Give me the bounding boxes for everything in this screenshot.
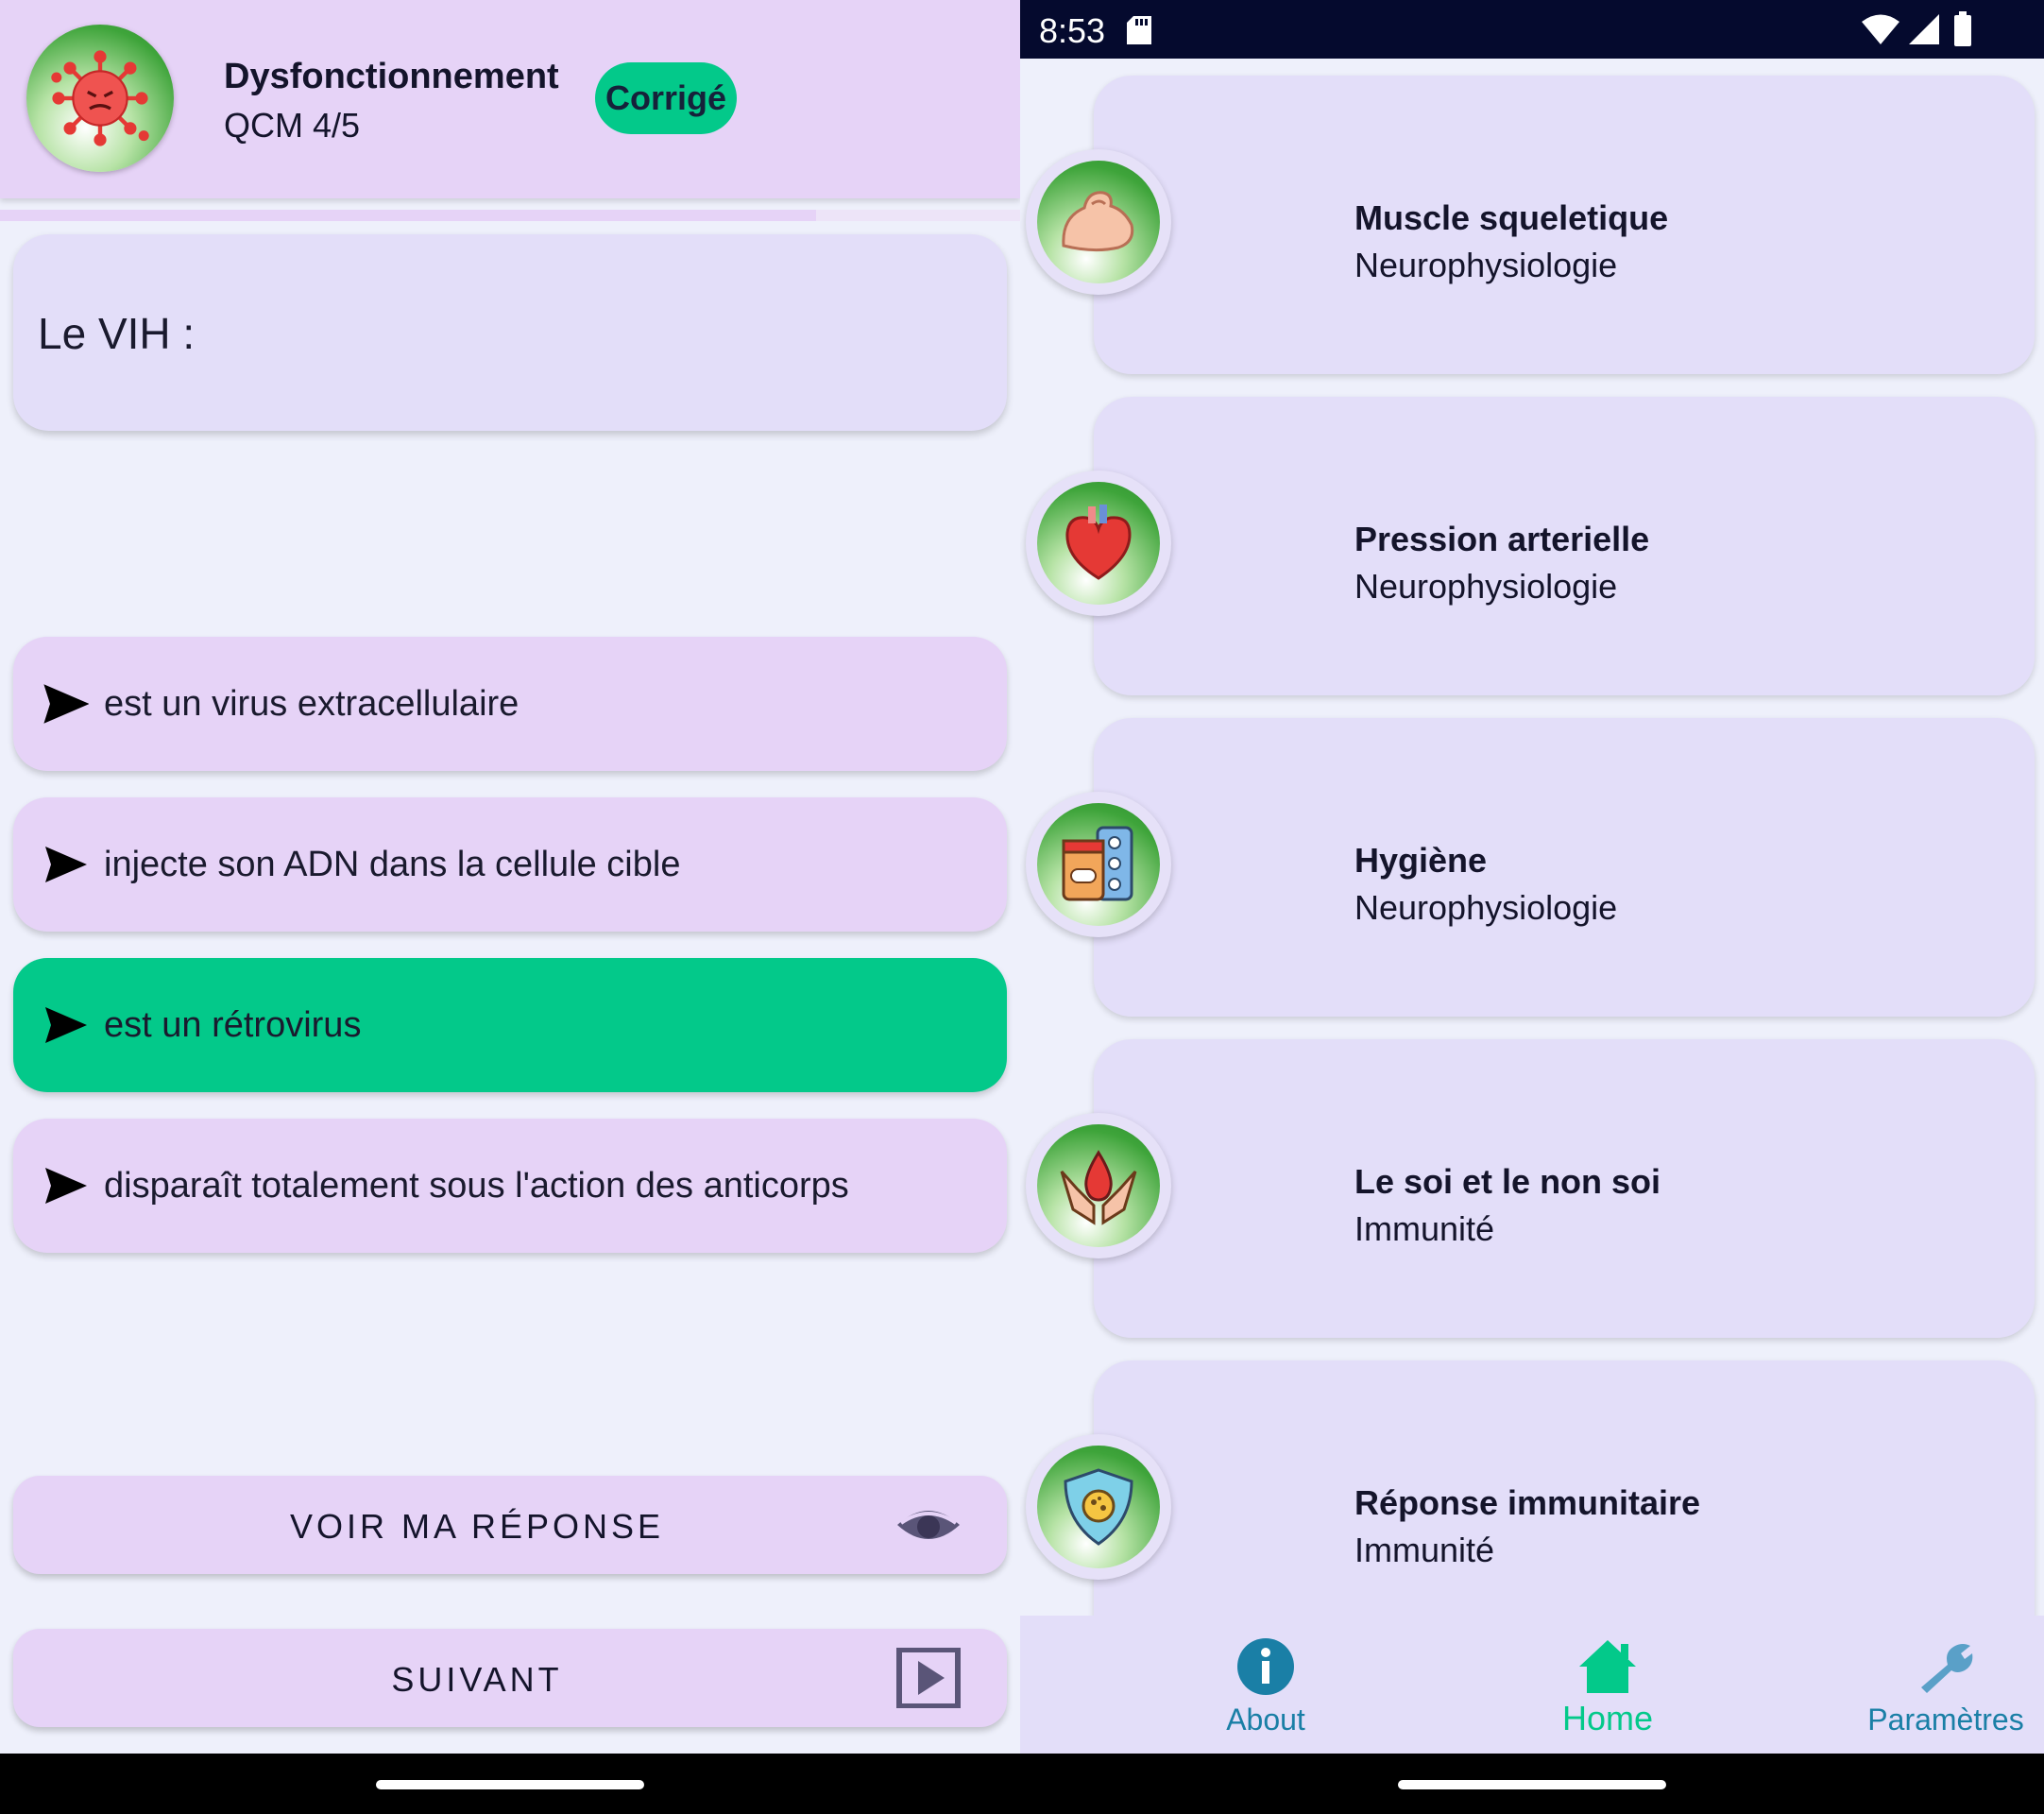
- shield-virus-icon: [1064, 1468, 1133, 1546]
- virus-icon: [51, 50, 149, 146]
- topic-item-reponse[interactable]: Réponse immunitaire Immunité: [1020, 1343, 2044, 1616]
- wifi-icon: [1862, 14, 1899, 44]
- topic-icon-circle: [1026, 471, 1171, 616]
- topic-icon-circle: [1026, 1434, 1171, 1580]
- topic-title: Muscle squeletique: [1354, 198, 1669, 237]
- topic-icon-circle: [1026, 149, 1171, 295]
- home-gesture-pill[interactable]: [1398, 1780, 1666, 1789]
- quiz-progress-fill: [0, 210, 816, 221]
- send-arrow-icon: [43, 684, 89, 724]
- hands-blood-icon: [1060, 1150, 1137, 1225]
- answer-option-text: est un virus extracellulaire: [104, 684, 520, 724]
- topic-card[interactable]: Réponse immunitaire Immunité: [1094, 1360, 2035, 1616]
- heart-icon: [1065, 505, 1132, 580]
- topic-subtitle: Neurophysiologie: [1354, 888, 1618, 927]
- answer-option-3[interactable]: est un rétrovirus: [13, 958, 1007, 1092]
- bottom-navigation: About Home Paramètres: [1020, 1616, 2044, 1754]
- answer-option-1[interactable]: est un virus extracellulaire: [13, 637, 1007, 771]
- muscle-icon: [1062, 191, 1134, 252]
- topic-list[interactable]: Muscle squeletique Neurophysiologie Pres…: [1020, 59, 2044, 1616]
- nav-home[interactable]: Home: [1466, 1616, 1749, 1754]
- battery-icon: [1954, 11, 1971, 46]
- topic-title: Le soi et le non soi: [1354, 1162, 1661, 1201]
- topic-icon-circle: [1026, 1113, 1171, 1258]
- sd-card-icon: [1127, 16, 1151, 44]
- eye-icon: [897, 1511, 960, 1539]
- nav-home-label: Home: [1561, 1699, 1654, 1737]
- topic-subtitle: Immunité: [1354, 1531, 1495, 1569]
- signal-icon: [1909, 14, 1939, 44]
- voir-reponse-button[interactable]: VOIR MA RÉPONSE: [13, 1476, 1007, 1574]
- topic-card[interactable]: Muscle squeletique Neurophysiologie: [1094, 76, 2035, 374]
- status-time: 8:53: [1039, 11, 1106, 50]
- question-text: Le VIH :: [38, 309, 196, 358]
- send-arrow-icon: [45, 1007, 87, 1043]
- topic-item-soi[interactable]: Le soi et le non soi Immunité: [1020, 1022, 2044, 1338]
- topic-title: Réponse immunitaire: [1354, 1483, 1701, 1522]
- pills-icon: [1062, 826, 1133, 901]
- topic-icon-circle: [1026, 792, 1171, 937]
- quiz-screen: Dysfonctionnement QCM 4/5 Corrigé Le VIH…: [0, 0, 1020, 1814]
- nav-parametres-label: Paramètres: [1867, 1703, 2024, 1737]
- answer-option-text: est un rétrovirus: [104, 1005, 362, 1045]
- topic-title: Hygiène: [1354, 841, 1488, 880]
- quiz-title: Dysfonctionnement: [224, 57, 559, 96]
- question-card: Le VIH :: [13, 234, 1007, 431]
- info-icon: [1237, 1638, 1294, 1695]
- home-icon: [1579, 1640, 1636, 1693]
- topic-item-hygiene[interactable]: Hygiène Neurophysiologie: [1020, 701, 2044, 1017]
- topic-card[interactable]: Pression arterielle Neurophysiologie: [1094, 397, 2035, 695]
- answer-option-text: injecte son ADN dans la cellule cible: [104, 845, 681, 884]
- answer-option-4[interactable]: disparaît totalement sous l'action des a…: [13, 1119, 1007, 1253]
- wrench-icon: [1921, 1644, 1973, 1693]
- answer-option-text: disparaît totalement sous l'action des a…: [104, 1166, 849, 1206]
- corrige-badge[interactable]: Corrigé: [595, 62, 737, 134]
- quiz-avatar: [26, 25, 174, 172]
- nav-about[interactable]: About: [1124, 1616, 1407, 1754]
- nav-parametres[interactable]: Paramètres: [1804, 1616, 2044, 1754]
- send-arrow-icon: [45, 1168, 87, 1204]
- topic-subtitle: Neurophysiologie: [1354, 246, 1618, 284]
- answer-options: est un virus extracellulaire injecte son…: [13, 637, 1007, 1279]
- answer-option-2[interactable]: injecte son ADN dans la cellule cible: [13, 797, 1007, 932]
- home-gesture-pill[interactable]: [376, 1780, 644, 1789]
- topic-subtitle: Neurophysiologie: [1354, 567, 1618, 606]
- quiz-count: QCM 4/5: [224, 106, 361, 145]
- voir-reponse-label: VOIR MA RÉPONSE: [289, 1507, 665, 1546]
- nav-about-label: About: [1226, 1703, 1305, 1737]
- topic-item-muscle[interactable]: Muscle squeletique Neurophysiologie: [1020, 59, 2044, 374]
- topic-subtitle: Immunité: [1354, 1209, 1495, 1248]
- suivant-button[interactable]: SUIVANT: [13, 1629, 1007, 1727]
- topic-card[interactable]: Le soi et le non soi Immunité: [1094, 1039, 2035, 1338]
- topic-title: Pression arterielle: [1354, 520, 1650, 558]
- suivant-label: SUIVANT: [391, 1660, 563, 1699]
- home-screen: 8:53 Muscle squeletique Neurophysiologie…: [1020, 0, 2044, 1814]
- topic-item-pression[interactable]: Pression arterielle Neurophysiologie: [1020, 380, 2044, 695]
- quiz-progress-bar: [0, 210, 1020, 221]
- quiz-header: Dysfonctionnement QCM 4/5 Corrigé: [0, 0, 1020, 198]
- topic-card[interactable]: Hygiène Neurophysiologie: [1094, 718, 2035, 1017]
- status-bar: 8:53: [1020, 0, 2044, 59]
- play-next-icon: [896, 1648, 961, 1708]
- send-arrow-icon: [45, 847, 87, 882]
